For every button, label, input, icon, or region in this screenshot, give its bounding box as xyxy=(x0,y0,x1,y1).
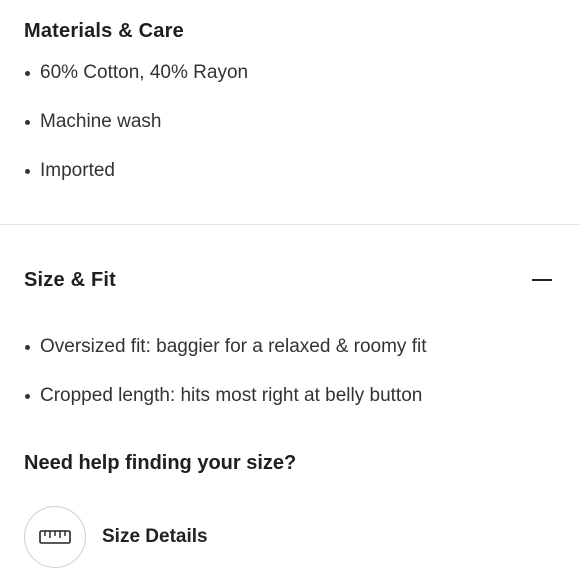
size-fit-item-label: Oversized fit: baggier for a relaxed & r… xyxy=(40,336,427,357)
bullet-icon xyxy=(25,119,30,125)
materials-list-item: Imported xyxy=(24,160,115,182)
size-fit-item-label: Cropped length: hits most right at belly… xyxy=(40,385,423,406)
materials-item-label: 60% Cotton, 40% Rayon xyxy=(40,62,249,83)
bullet-icon xyxy=(25,393,30,399)
materials-item-label: Machine wash xyxy=(40,111,162,132)
bullet-icon xyxy=(25,344,30,350)
section-divider xyxy=(0,224,580,225)
size-fit-title[interactable]: Size & Fit xyxy=(24,269,116,292)
materials-list-item: Machine wash xyxy=(24,111,161,133)
size-fit-list-item: Oversized fit: baggier for a relaxed & r… xyxy=(24,336,427,358)
materials-item-label: Imported xyxy=(40,160,115,181)
materials-list-item: 60% Cotton, 40% Rayon xyxy=(24,62,248,84)
minus-icon xyxy=(532,279,552,281)
size-details-button[interactable]: Size Details xyxy=(24,506,208,568)
collapse-size-fit-button[interactable] xyxy=(528,268,556,292)
size-fit-list-item: Cropped length: hits most right at belly… xyxy=(24,385,422,407)
bullet-icon xyxy=(25,70,30,76)
size-details-label[interactable]: Size Details xyxy=(102,526,208,548)
materials-care-title: Materials & Care xyxy=(24,20,184,42)
size-help-heading: Need help finding your size? xyxy=(24,452,297,474)
bullet-icon xyxy=(25,168,30,174)
product-details-panel: Materials & Care 60% Cotton, 40% Rayon M… xyxy=(0,0,580,580)
ruler-icon xyxy=(39,530,71,544)
ruler-icon-circle[interactable] xyxy=(24,506,86,568)
